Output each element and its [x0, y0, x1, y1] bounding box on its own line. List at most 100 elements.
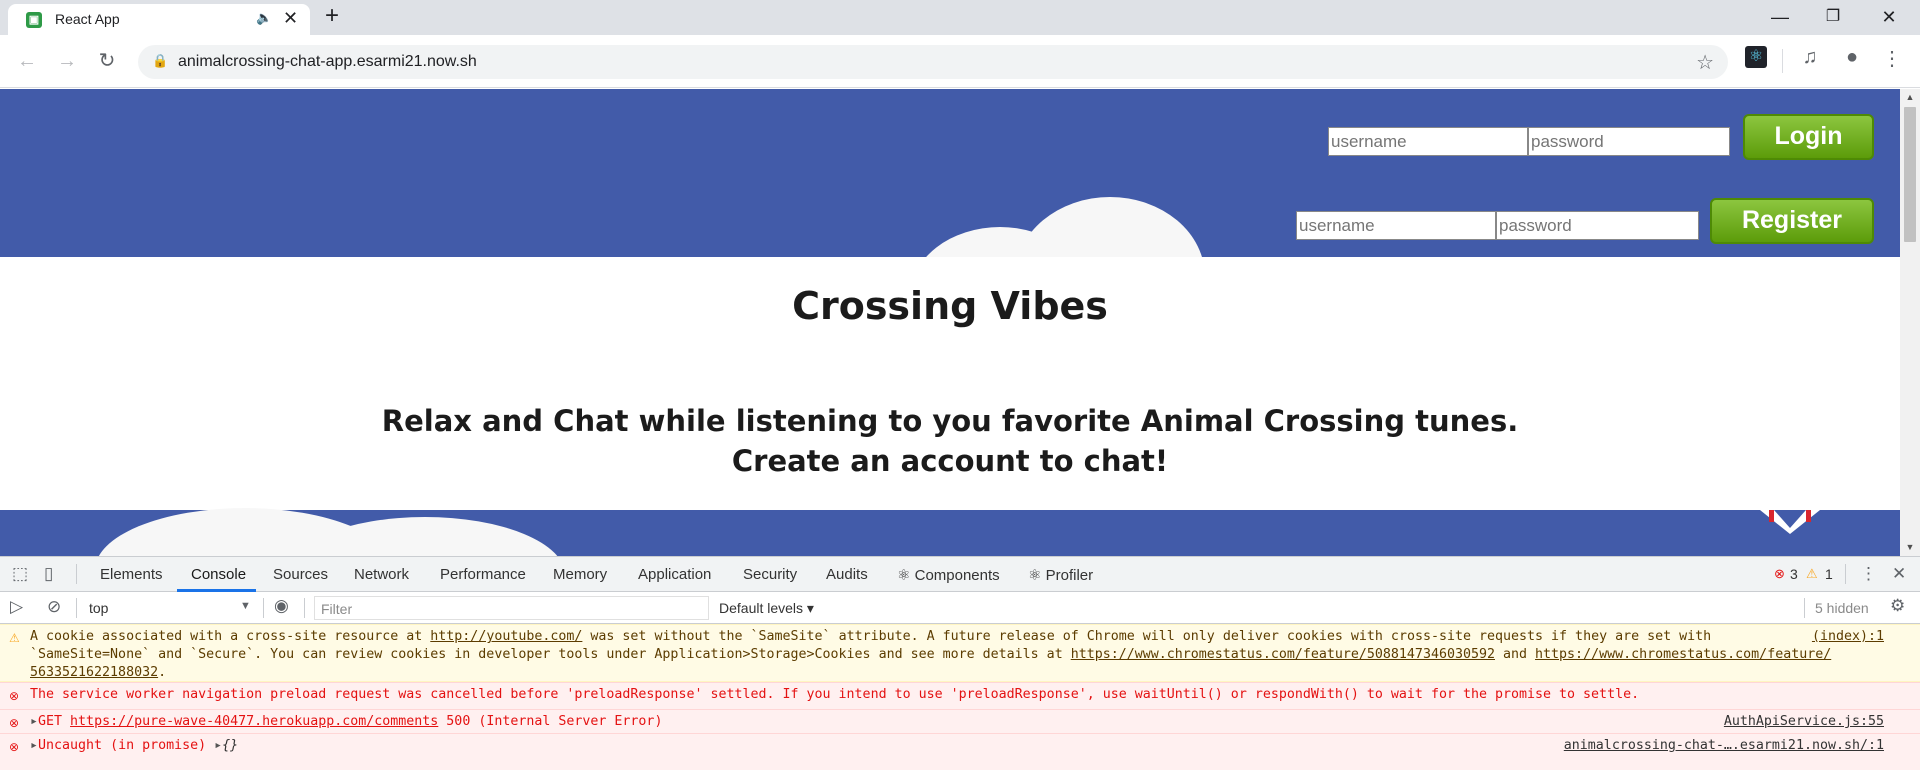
- media-control-icon[interactable]: ♫: [1797, 46, 1823, 69]
- filter-separator: [1804, 598, 1805, 618]
- lower-section: [0, 508, 1900, 556]
- subtitle-line-1: Relax and Chat while listening to you fa…: [381, 404, 1519, 438]
- menu-kebab-icon[interactable]: ⋮: [1879, 46, 1905, 71]
- login-username-input[interactable]: [1328, 127, 1528, 156]
- devtools-close-icon[interactable]: ✕: [1892, 564, 1906, 584]
- error-request-url[interactable]: https://pure-wave-40477.herokuapp.com/co…: [70, 714, 438, 729]
- login-password-input[interactable]: [1528, 127, 1730, 156]
- tab-performance[interactable]: Performance: [440, 566, 526, 583]
- register-button[interactable]: Register: [1710, 198, 1874, 244]
- console-settings-gear-icon[interactable]: ⚙: [1890, 596, 1905, 616]
- console-error-message: ⊗ ▸GET https://pure-wave-40477.herokuapp…: [0, 709, 1920, 733]
- error-count-icon[interactable]: ⊗: [1774, 566, 1785, 582]
- tab-components[interactable]: ⚛ Components: [897, 566, 1000, 584]
- reload-icon[interactable]: ↻: [93, 48, 121, 74]
- warning-link-chromestatus-2-cont[interactable]: 5633521622188032: [30, 665, 158, 680]
- tab-elements[interactable]: Elements: [100, 566, 163, 583]
- scroll-up-arrow-icon[interactable]: ▲: [1900, 92, 1920, 102]
- speaker-icon[interactable]: 🔈: [256, 10, 272, 26]
- error-icon: ⊗: [9, 740, 20, 754]
- scroll-down-arrow-icon[interactable]: ▼: [1900, 542, 1920, 552]
- device-toolbar-icon[interactable]: ▯: [44, 564, 53, 584]
- login-button[interactable]: Login: [1743, 114, 1874, 160]
- error-source-link[interactable]: AuthApiService.js:55: [1724, 713, 1884, 731]
- expand-object-caret-icon[interactable]: ▸: [214, 738, 222, 753]
- tab-close-icon[interactable]: ✕: [283, 8, 298, 29]
- filter-separator: [263, 598, 264, 618]
- console-error-message: ⊗ The service worker navigation preload …: [0, 682, 1920, 709]
- browser-toolbar: ← → ↻ 🔒 animalcrossing-chat-app.esarmi21…: [0, 35, 1920, 88]
- devtools-menu-icon[interactable]: ⋮: [1860, 564, 1877, 584]
- url-text[interactable]: animalcrossing-chat-app.esarmi21.now.sh: [178, 53, 477, 71]
- clear-console-icon[interactable]: ⊘: [47, 597, 61, 617]
- error-count[interactable]: 3: [1790, 566, 1798, 582]
- scrollbar-thumb[interactable]: [1904, 107, 1916, 242]
- new-tab-plus-icon[interactable]: +: [325, 3, 339, 29]
- tab-network[interactable]: Network: [354, 566, 409, 583]
- tab-profiler[interactable]: ⚛ Profiler: [1028, 566, 1093, 584]
- devtools-tabbar: ⬚ ▯ Elements Console Sources Network Per…: [0, 557, 1920, 592]
- error-text: The service worker navigation preload re…: [30, 687, 1640, 702]
- expand-caret-icon[interactable]: ▸: [30, 738, 38, 753]
- devtools-panel: ⬚ ▯ Elements Console Sources Network Per…: [0, 556, 1920, 770]
- warning-link-chromestatus-1[interactable]: https://www.chromestatus.com/feature/508…: [1071, 647, 1495, 662]
- tab-audits[interactable]: Audits: [826, 566, 868, 583]
- page-viewport: Login Register Crossing Vibes Relax and …: [0, 89, 1900, 556]
- toolbar-separator: [1782, 49, 1783, 73]
- tab-title: React App: [55, 11, 120, 27]
- warning-link-chromestatus-2[interactable]: https://www.chromestatus.com/feature/: [1535, 647, 1831, 662]
- warning-count[interactable]: 1: [1825, 566, 1833, 582]
- filter-input[interactable]: Filter: [314, 596, 709, 620]
- browser-tab[interactable]: ▣ React App 🔈 ✕: [8, 4, 310, 35]
- warning-source-link[interactable]: (index):1: [1812, 628, 1884, 646]
- devtools-separator-right: [1845, 564, 1846, 584]
- window-close-icon[interactable]: ✕: [1866, 2, 1912, 32]
- console-filter-bar: ▷ ⊘ top ▼ ◉ Filter Default levels ▾ 5 hi…: [0, 592, 1920, 624]
- tab-application[interactable]: Application: [638, 566, 711, 583]
- chevron-down-icon[interactable]: ▼: [240, 600, 251, 612]
- tab-security[interactable]: Security: [743, 566, 797, 583]
- warning-icon: ⚠: [9, 631, 20, 645]
- lock-icon: 🔒: [152, 53, 169, 68]
- bookmark-star-icon[interactable]: ☆: [1696, 50, 1714, 75]
- react-devtools-extension-icon[interactable]: ⚛: [1745, 46, 1767, 68]
- back-arrow-icon[interactable]: ←: [13, 48, 41, 74]
- error-icon: ⊗: [9, 689, 20, 703]
- console-warning-message: ⚠ A cookie associated with a cross-site …: [0, 624, 1920, 682]
- page-title: Crossing Vibes: [792, 284, 1108, 328]
- restore-icon[interactable]: ❐: [1810, 2, 1856, 32]
- register-username-input[interactable]: [1296, 211, 1496, 240]
- hidden-count: 5 hidden: [1815, 600, 1869, 616]
- sidebar-toggle-icon[interactable]: ▷: [10, 597, 23, 617]
- page-scrollbar[interactable]: ▲ ▼: [1900, 89, 1920, 556]
- tab-sources[interactable]: Sources: [273, 566, 328, 583]
- warning-count-icon[interactable]: ⚠: [1806, 566, 1818, 582]
- expand-caret-icon[interactable]: ▸: [30, 714, 38, 729]
- filter-separator: [76, 598, 77, 618]
- react-app-favicon-icon: ▣: [26, 12, 42, 28]
- error-text[interactable]: ▸GET https://pure-wave-40477.herokuapp.c…: [30, 713, 1780, 731]
- log-levels-dropdown[interactable]: Default levels ▾: [719, 600, 814, 617]
- character-decoration: [1760, 510, 1820, 534]
- context-select[interactable]: top: [89, 600, 108, 616]
- live-expression-eye-icon[interactable]: ◉: [274, 596, 289, 616]
- minimize-icon[interactable]: —: [1757, 2, 1803, 32]
- warning-link-youtube[interactable]: http://youtube.com/: [430, 629, 582, 644]
- register-password-input[interactable]: [1496, 211, 1699, 240]
- console-error-message: ⊗ ▸Uncaught (in promise) ▸{} animalcross…: [0, 733, 1920, 770]
- tab-console[interactable]: Console: [191, 566, 246, 583]
- cloud-decoration-lower: [98, 508, 558, 556]
- error-icon: ⊗: [9, 716, 20, 730]
- error-source-link[interactable]: animalcrossing-chat-….esarmi21.now.sh/:1: [1564, 737, 1884, 755]
- warning-text: A cookie associated with a cross-site re…: [30, 629, 1832, 680]
- subtitle-line-2: Create an account to chat!: [731, 444, 1169, 478]
- tab-strip: ▣ React App 🔈 ✕ + — ❐ ✕: [0, 0, 1920, 35]
- profile-avatar-icon[interactable]: ●: [1839, 46, 1865, 69]
- forward-arrow-icon[interactable]: →: [53, 48, 81, 74]
- error-text[interactable]: ▸Uncaught (in promise) ▸{}: [30, 737, 1780, 755]
- log-levels-label: Default levels: [719, 600, 804, 616]
- address-bar[interactable]: 🔒 animalcrossing-chat-app.esarmi21.now.s…: [138, 45, 1728, 79]
- filter-separator: [304, 598, 305, 618]
- tab-memory[interactable]: Memory: [553, 566, 607, 583]
- inspect-element-icon[interactable]: ⬚: [12, 564, 28, 584]
